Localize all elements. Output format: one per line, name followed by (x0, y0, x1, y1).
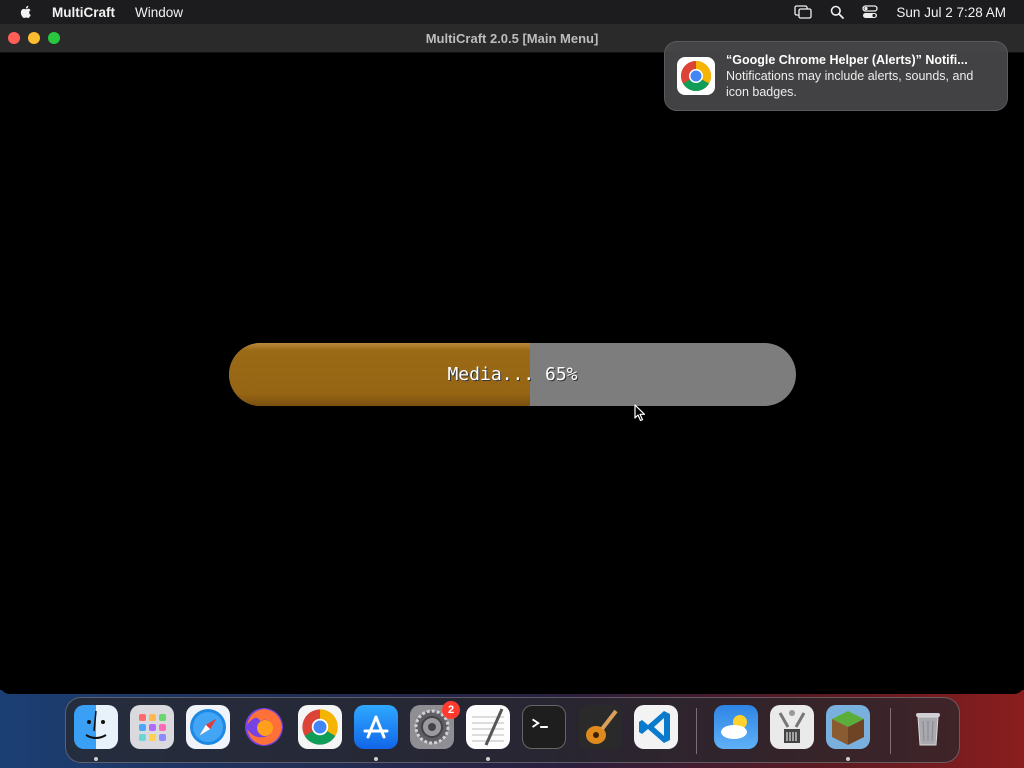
window-menu[interactable]: Window (135, 5, 183, 20)
control-center-icon[interactable] (862, 5, 879, 19)
notification-body: Notifications may include alerts, sounds… (726, 69, 974, 99)
app-store-icon[interactable] (354, 705, 398, 749)
chrome-icon (677, 57, 715, 95)
launchpad-icon[interactable] (130, 705, 174, 749)
multicraft-icon[interactable] (826, 705, 870, 749)
dock-separator (696, 708, 697, 754)
spotlight-search-icon[interactable] (830, 5, 845, 19)
archive-utility-icon[interactable] (770, 705, 814, 749)
notification-badge: 2 (442, 701, 460, 719)
dock-separator (890, 708, 891, 754)
vscode-icon[interactable] (634, 705, 678, 749)
chrome-icon[interactable] (298, 705, 342, 749)
running-indicator (374, 757, 378, 761)
dock: 2 (65, 697, 960, 763)
running-indicator (94, 757, 98, 761)
garageband-icon[interactable] (578, 705, 622, 749)
safari-icon[interactable] (186, 705, 230, 749)
screen-mirroring-icon[interactable] (794, 5, 813, 19)
mouse-cursor-icon (634, 404, 646, 422)
menubar-clock[interactable]: Sun Jul 2 7:28 AM (896, 5, 1006, 20)
weather-icon[interactable] (714, 705, 758, 749)
finder-icon[interactable] (74, 705, 118, 749)
running-indicator (486, 757, 490, 761)
notification-banner[interactable]: “Google Chrome Helper (Alerts)” Notifi..… (664, 41, 1008, 111)
trash-icon[interactable] (906, 705, 950, 749)
app-menu[interactable]: MultiCraft (52, 5, 115, 20)
firefox-icon[interactable] (242, 705, 286, 749)
apple-menu-icon[interactable] (18, 4, 34, 20)
notification-title: “Google Chrome Helper (Alerts)” Notifi..… (726, 53, 968, 67)
terminal-icon[interactable] (522, 705, 566, 749)
textedit-icon[interactable] (466, 705, 510, 749)
loading-progress-bar: Media... 65% (229, 343, 796, 406)
system-settings-icon[interactable]: 2 (410, 701, 460, 749)
progress-label: Media... 65% (447, 364, 578, 385)
running-indicator (846, 757, 850, 761)
menu-bar: MultiCraft Window Sun Jul 2 7:28 AM (0, 0, 1024, 24)
